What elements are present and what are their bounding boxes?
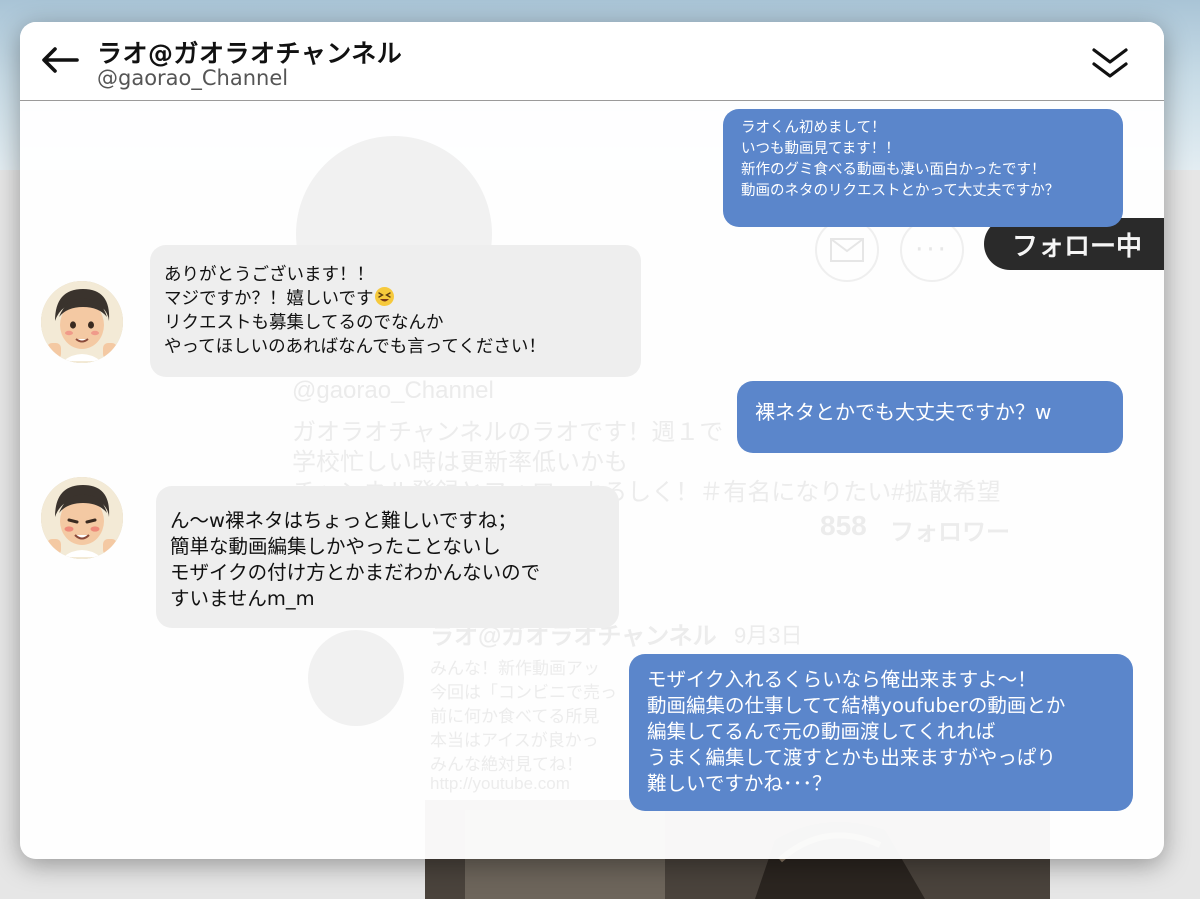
message-line: うまく編集して渡すとかも出来ますがやっぱり	[647, 745, 1056, 769]
ghost-post-line-3: 前に何か食べてる所見	[430, 707, 600, 726]
ghost-post-line-5: みんな絶対見てね！	[430, 755, 583, 774]
conversation-handle: @gaorao_Channel	[97, 66, 289, 90]
ghost-post-link: http://youtube.com	[430, 774, 570, 793]
ghost-handle: @gaorao_Channel	[292, 377, 494, 404]
message-sent-1: ラオくん初めまして！ いつも動画見てます！！ 新作のグミ食べる動画も凄い面白かっ…	[723, 109, 1123, 227]
ghost-post-line-1: みんな！新作動画アッ	[430, 659, 600, 678]
conversation-title: ラオ@ガオラオチャンネル	[97, 39, 403, 68]
message-sent-3: モザイク入れるくらいなら俺出来ますよ〜！ 動画編集の仕事してて結構youfube…	[629, 654, 1133, 811]
message-sent-2: 裸ネタとかでも大丈夫ですか？w	[737, 381, 1123, 453]
message-line: モザイクの付け方とかまだわかんないので	[170, 560, 541, 584]
grinning-squint-emoji-icon	[375, 287, 395, 307]
message-line-text: マジですか？！嬉しいです	[164, 289, 374, 310]
mail-icon	[830, 238, 864, 262]
double-chevron-down-icon	[1092, 48, 1128, 78]
message-line: 動画編集の仕事してて結構youfuberの動画とか	[647, 693, 1066, 717]
avatar[interactable]	[41, 281, 123, 363]
message-received-2: ん〜w裸ネタはちょっと難しいですね； 簡単な動画編集しかやったことないし モザイ…	[156, 486, 619, 628]
ghost-followers-label: フォロワー	[890, 519, 1010, 546]
dm-header: ラオ@ガオラオチャンネル @gaorao_Channel	[20, 22, 1164, 101]
ghost-post-line-4: 本当はアイスが良かっ	[430, 731, 599, 750]
message-line: ラオくん初めまして！	[741, 120, 886, 136]
avatar[interactable]	[41, 477, 123, 559]
message-line: 簡単な動画編集しかやったことないし	[170, 534, 501, 558]
message-received-1: ありがとうございます！！ マジですか？！嬉しいです リクエストも募集してるのでな…	[150, 245, 641, 377]
message-line: 編集してるんで元の動画渡してくれれば	[647, 719, 996, 743]
collapse-button[interactable]	[1088, 42, 1132, 86]
ghost-post-avatar	[308, 630, 404, 726]
message-line: マジですか？！嬉しいです	[164, 287, 627, 311]
back-button[interactable]	[38, 40, 82, 80]
more-dots-icon: ···	[915, 235, 949, 265]
message-line: ん〜w裸ネタはちょっと難しいですね；	[170, 509, 517, 532]
ghost-more-button: ···	[900, 218, 964, 282]
ghost-post-line-2: 今回は「コンビニで売っ	[430, 683, 617, 702]
message-line: ありがとうございます！！	[164, 265, 374, 285]
avatar-illustration	[41, 281, 123, 363]
message-line: 新作のグミ食べる動画も凄い面白かったです！	[741, 162, 1046, 179]
message-line: 動画のネタのリクエストとかって大丈夫ですか？	[741, 183, 1060, 200]
emoji-face-drawing	[378, 292, 392, 302]
message-line: すいませんm_m	[170, 586, 315, 610]
ghost-followers-count: 858	[820, 510, 867, 541]
message-line: 難しいですかね･･･？	[647, 771, 832, 795]
ghost-post-date: 9月3日	[734, 623, 803, 648]
ghost-follow-label: フォロー中	[1012, 231, 1143, 262]
message-line: いつも動画見てます！！	[741, 141, 900, 158]
message-line: 裸ネタとかでも大丈夫ですか？w	[755, 400, 1052, 424]
avatar-illustration	[41, 477, 123, 559]
message-line: モザイク入れるくらいなら俺出来ますよ〜！	[647, 668, 1037, 691]
ghost-mail-button	[815, 218, 879, 282]
arrow-left-icon	[42, 47, 79, 73]
message-line: リクエストも募集してるのでなんか	[164, 313, 444, 334]
message-line: やってほしいのあればなんでも言ってください！	[164, 337, 546, 358]
dm-window: ··· フォロー中 @gaorao_Channel ガオラオチャンネルのラオです…	[20, 22, 1164, 859]
